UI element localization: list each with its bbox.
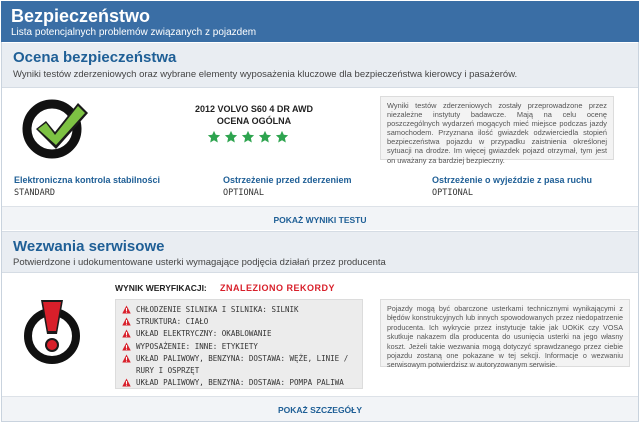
star-rating	[207, 130, 289, 144]
safety-rating-description: Wyniki testów zderzeniowych oraz wybrane…	[13, 69, 518, 80]
recall-item: WYPOSAŻENIE: INNE: ETYKIETY	[122, 341, 358, 353]
page-title: Bezpieczeństwo	[11, 6, 151, 26]
feature-value-lane: OPTIONAL	[432, 188, 473, 198]
exclamation-icon	[24, 300, 80, 364]
recall-item-text: UKŁAD PALIWOWY, BENZYNA: DOSTAWA: WĘŻE, …	[136, 353, 349, 376]
warning-icon	[122, 378, 131, 387]
feature-value-collision: OPTIONAL	[223, 188, 264, 198]
star-icon	[207, 130, 221, 143]
recall-item: CHŁODZENIE SILNIKA I SILNIKA: SILNIK	[122, 304, 358, 316]
show-test-results-bar: POKAŻ WYNIKI TESTU	[2, 206, 638, 230]
page-subtitle: Lista potencjalnych problemów związanych…	[11, 27, 257, 38]
recall-item: UKŁAD ELEKTRYCZNY: OKABLOWANIE	[122, 328, 358, 340]
show-details-bar: POKAŻ SZCZEGÓŁY	[2, 396, 638, 421]
recall-item-text: CHŁODZENIE SILNIKA I SILNIKA: SILNIK	[136, 305, 299, 314]
verification-label: WYNIK WERYFIKACJI:	[115, 283, 207, 293]
safety-info-box: Wyniki testów zderzeniowych zostały prze…	[380, 96, 614, 165]
show-test-results-link[interactable]: POKAŻ WYNIKI TESTU	[273, 215, 366, 225]
star-icon	[241, 130, 255, 143]
checkmark-icon	[22, 99, 88, 159]
overall-rating-label: OCENA OGÓLNA	[216, 116, 292, 126]
show-details-link[interactable]: POKAŻ SZCZEGÓŁY	[278, 405, 362, 415]
recall-item-text: WYPOSAŻENIE: INNE: ETYKIETY	[136, 341, 258, 351]
section-header: Bezpieczeństwo Lista potencjalnych probl…	[1, 1, 639, 42]
recall-item: STRUKTURA: CIAŁO	[122, 316, 358, 328]
recalls-info-box: Pojazdy mogą być obarczone usterkami tec…	[380, 299, 630, 369]
star-icon	[275, 130, 289, 143]
star-icon	[258, 130, 272, 143]
recalls-header: Wezwania serwisowe Potwierdzone i udokum…	[2, 231, 638, 273]
recall-item-text: UKŁAD ELEKTRYCZNY: OKABLOWANIE	[136, 329, 272, 339]
recall-item-text: STRUKTURA: CIAŁO	[136, 317, 209, 327]
recall-item: UKŁAD PALIWOWY, BENZYNA: DOSTAWA: WĘŻE, …	[122, 353, 358, 377]
star-icon	[224, 130, 238, 143]
recalls-description: Potwierdzone i udokumentowane usterki wy…	[13, 257, 386, 268]
verification-result: ZNALEZIONO REKORDY	[220, 283, 336, 293]
feature-label-stability: Elektroniczna kontrola stabilności	[14, 175, 161, 185]
recall-item-text: UKŁAD PALIWOWY, BENZYNA: DOSTAWA: POMPA …	[136, 378, 344, 388]
feature-label-lane: Ostrzeżenie o wyjeździe z pasa ruchu	[432, 175, 593, 185]
recall-list: CHŁODZENIE SILNIKA I SILNIKA: SILNIK STR…	[115, 299, 363, 389]
warning-icon	[122, 342, 131, 351]
recall-item: UKŁAD PALIWOWY, BENZYNA: DOSTAWA: POMPA …	[122, 377, 358, 389]
vehicle-name: 2012 VOLVO S60 4 DR AWD	[194, 104, 314, 114]
feature-label-collision: Ostrzeżenie przed zderzeniem	[223, 175, 352, 185]
warning-icon	[122, 329, 131, 338]
warning-icon	[122, 317, 131, 326]
warning-icon	[122, 354, 131, 363]
warning-icon	[122, 305, 131, 314]
safety-rating-title: Ocena bezpieczeństwa	[13, 49, 177, 66]
safety-rating-header: Ocena bezpieczeństwa Wyniki testów zderz…	[2, 43, 638, 88]
recalls-title: Wezwania serwisowe	[13, 238, 165, 255]
feature-value-stability: STANDARD	[14, 188, 55, 198]
